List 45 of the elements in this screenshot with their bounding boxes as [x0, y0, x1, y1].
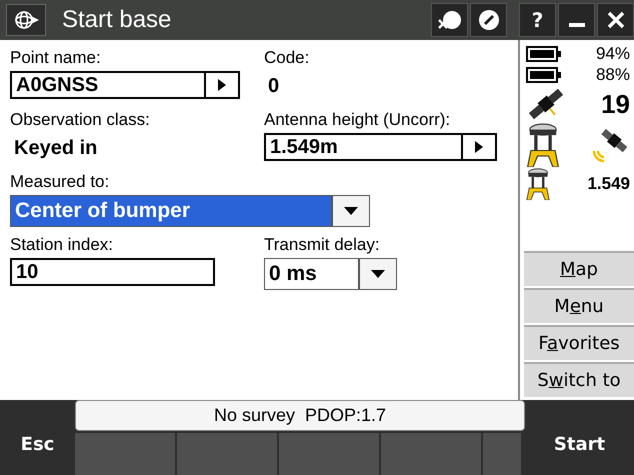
- minimize-button[interactable]: [558, 3, 595, 37]
- input-field[interactable]: 10: [10, 258, 215, 286]
- battery-icon: [526, 46, 562, 62]
- field-label: Point name:: [10, 48, 101, 68]
- help-button[interactable]: ?: [519, 3, 556, 37]
- input-field[interactable]: 1.549m: [264, 133, 497, 161]
- satellite-status-button[interactable]: [431, 3, 468, 37]
- gnss-receiver-tripod-icon: [526, 168, 550, 200]
- no-entry-button[interactable]: [470, 3, 507, 37]
- field-label: Antenna height (Uncorr):: [264, 110, 450, 130]
- battery-percent: 88%: [596, 65, 630, 85]
- side-menu-button[interactable]: Favorites: [524, 325, 634, 360]
- field-label: Code:: [264, 48, 310, 68]
- field-label: Measured to:: [10, 172, 110, 192]
- prohibited-icon: [476, 8, 500, 32]
- arrow-right-icon: [217, 78, 227, 92]
- close-button[interactable]: [597, 3, 634, 37]
- observation-class-value: Keyed in: [13, 136, 98, 161]
- side-menu-button[interactable]: Switch to: [524, 362, 634, 397]
- satellite-off-icon: [436, 8, 464, 32]
- caret-down-icon: [370, 269, 386, 279]
- side-menu-button[interactable]: Menu: [524, 288, 634, 323]
- dropdown-field[interactable]: 0 ms: [264, 258, 359, 290]
- window-title: Start base: [62, 6, 172, 34]
- minimize-icon: [568, 23, 584, 27]
- caret-down-icon: [343, 206, 359, 216]
- field-label: Transmit delay:: [264, 235, 380, 255]
- dropdown-button[interactable]: [332, 195, 370, 227]
- antenna-height-value: 1.549: [587, 174, 630, 194]
- gnss-receiver-tripod-icon: [526, 123, 560, 167]
- dropdown-button[interactable]: [359, 258, 397, 290]
- app-logo-button[interactable]: [6, 4, 46, 36]
- side-menu-button[interactable]: Map: [524, 251, 634, 286]
- field-label: Station index:: [10, 235, 114, 255]
- close-icon: [606, 10, 626, 30]
- field-label: Observation class:: [10, 110, 150, 130]
- battery-percent: 94%: [596, 44, 630, 64]
- dropdown-field[interactable]: Center of bumper: [10, 195, 332, 227]
- input-field[interactable]: A0GNSS: [10, 71, 240, 99]
- satellite-icon: [526, 86, 566, 122]
- code-value: 0: [267, 74, 280, 99]
- arrow-right-icon: [474, 140, 484, 154]
- satellite-count: 19: [601, 88, 630, 120]
- status-bar: No survey PDOP:1.7: [75, 400, 525, 431]
- battery-icon: [526, 67, 562, 83]
